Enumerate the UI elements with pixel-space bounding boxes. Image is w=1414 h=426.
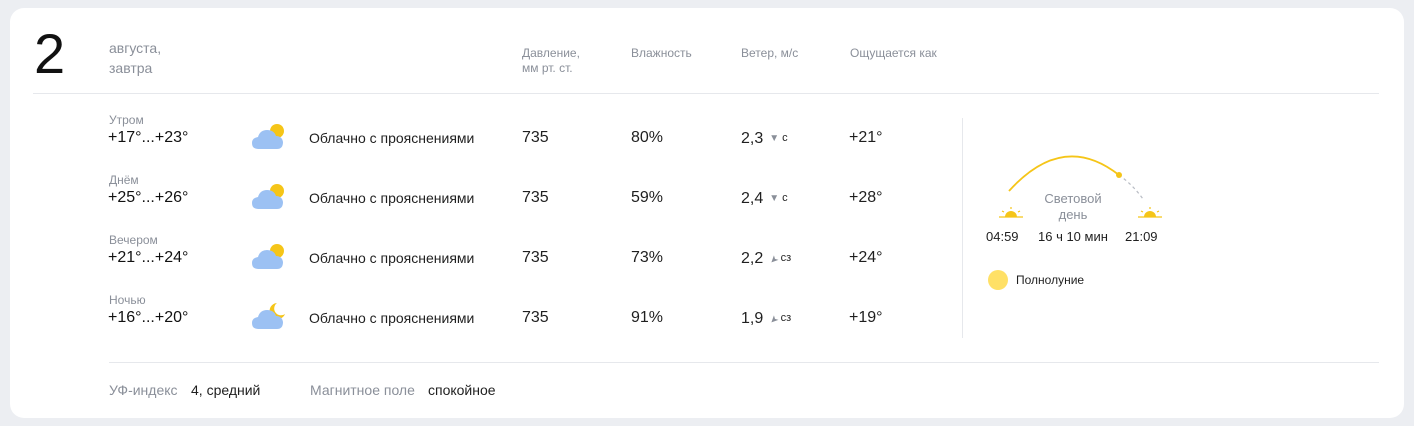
humidity-value: 80% <box>631 129 664 146</box>
humidity-header: Влажность <box>631 46 692 60</box>
humidity-value: 91% <box>631 309 664 326</box>
magnetic-field-value: спокойное <box>428 382 496 398</box>
pressure-value: 735 <box>522 129 549 146</box>
moon-phase-label: Полнолуние <box>1016 273 1085 287</box>
pressure-header: Давление, мм рт. ст. <box>522 46 580 75</box>
temperature-range: +25°...+26° <box>108 189 189 206</box>
day-label: августа, завтра <box>109 38 161 78</box>
partly-cloudy-day-icon <box>252 124 284 149</box>
wind-header: Ветер, м/с <box>741 46 799 60</box>
uv-index-label: УФ-индекс <box>109 382 178 398</box>
wind-value: 2,2 ➤сз <box>741 248 791 269</box>
wind-value: 2,4 ▼ с <box>741 188 788 209</box>
pressure-value: 735 <box>522 249 549 266</box>
header-divider <box>33 93 1379 94</box>
forecast-row: Вечером +21°...+24° Облачно с прояснения… <box>10 232 970 292</box>
wind-value: 1,9 ➤сз <box>741 308 791 329</box>
section-divider <box>962 118 963 338</box>
pressure-value: 735 <box>522 309 549 326</box>
daylight-label: Световой день <box>1044 191 1102 222</box>
sunrise-icon <box>999 207 1023 218</box>
feels-like-value: +21° <box>849 129 883 146</box>
wind-value: 2,3 ▼ с <box>741 128 788 149</box>
uv-index-value: 4, средний <box>191 382 261 398</box>
condition-text: Облачно с прояснениями <box>309 250 475 266</box>
forecast-card: 2 августа, завтра Давление, мм рт. ст. В… <box>10 8 1404 418</box>
condition-text: Облачно с прояснениями <box>309 190 475 206</box>
relative-day-label: завтра <box>109 60 153 76</box>
partly-cloudy-day-icon <box>252 184 284 209</box>
temperature-range: +21°...+24° <box>108 249 189 266</box>
wind-arrow-icon: ▼ <box>769 133 780 144</box>
wind-direction: с <box>782 132 788 144</box>
period-label: Вечером <box>109 233 158 247</box>
footer-divider <box>109 362 1379 363</box>
feels-like-value: +24° <box>849 249 883 266</box>
wind-speed: 2,3 <box>741 130 764 147</box>
wind-speed: 2,2 <box>741 250 764 267</box>
period-label: Утром <box>109 113 144 127</box>
feels-header: Ощущается как <box>850 46 937 60</box>
day-number: 2 <box>34 22 66 85</box>
magnetic-field-label: Магнитное поле <box>310 382 415 398</box>
partly-cloudy-night-icon <box>252 303 285 329</box>
period-label: Ночью <box>109 293 146 307</box>
month-label: августа, <box>109 40 162 56</box>
period-label: Днём <box>109 173 139 187</box>
wind-direction: с <box>782 192 788 204</box>
humidity-value: 73% <box>631 249 664 266</box>
forecast-row: Днём +25°...+26° Облачно с прояснениями … <box>10 172 970 232</box>
feels-like-value: +28° <box>849 189 883 206</box>
temperature-range: +16°...+20° <box>108 309 189 326</box>
wind-speed: 1,9 <box>741 310 764 327</box>
day-length: 16 ч 10 мин <box>1038 229 1108 244</box>
condition-text: Облачно с прояснениями <box>309 130 475 146</box>
wind-speed: 2,4 <box>741 190 764 207</box>
wind-arrow-icon: ▼ <box>769 193 780 204</box>
sunrise-time: 04:59 <box>986 229 1019 244</box>
humidity-value: 59% <box>631 189 664 206</box>
temperature-range: +17°...+23° <box>108 129 189 146</box>
sunset-icon <box>1138 207 1162 218</box>
pressure-value: 735 <box>522 189 549 206</box>
condition-text: Облачно с прояснениями <box>309 310 475 326</box>
forecast-row: Утром +17°...+23° Облачно с прояснениями… <box>10 112 970 172</box>
partly-cloudy-day-icon <box>252 244 284 269</box>
forecast-row: Ночью +16°...+20° Облачно с прояснениями… <box>10 292 970 352</box>
feels-like-value: +19° <box>849 309 883 326</box>
moon-phase-icon <box>988 270 1008 290</box>
sunset-time: 21:09 <box>1125 229 1158 244</box>
